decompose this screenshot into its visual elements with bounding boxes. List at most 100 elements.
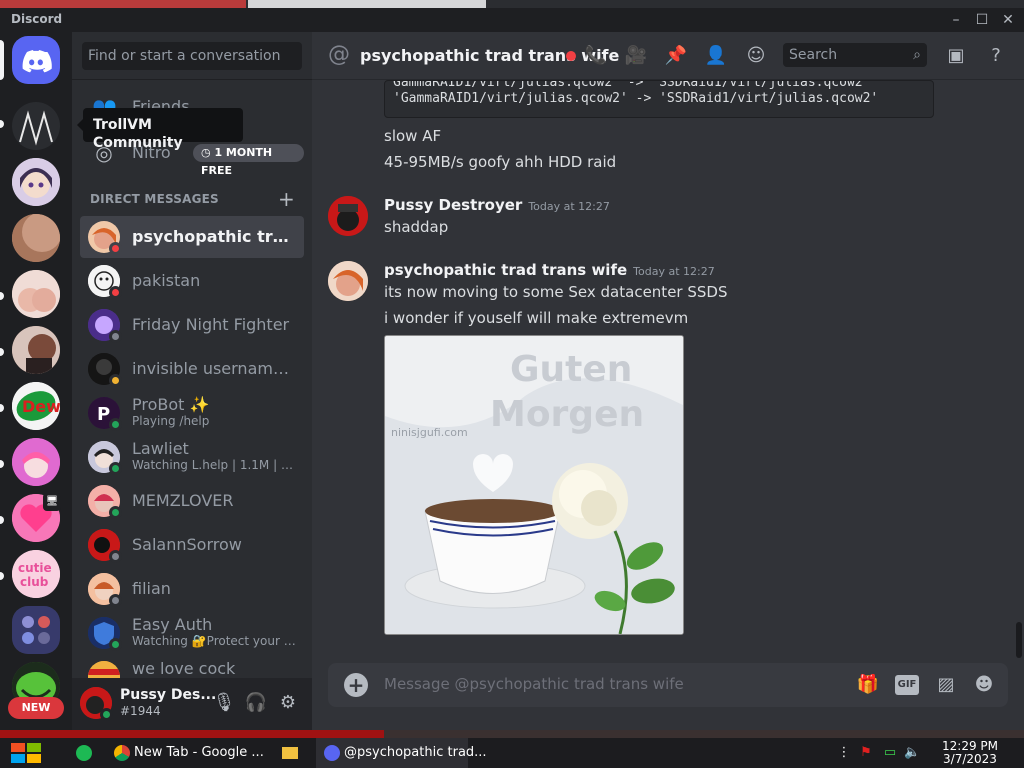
dm-name: pakistan — [132, 271, 201, 290]
minimize-button[interactable]: – — [946, 12, 966, 28]
channel-title: psychopathic trad trans wife — [360, 46, 620, 65]
online-status-icon — [109, 418, 122, 431]
unread-pill-4 — [0, 404, 4, 412]
home-button[interactable] — [12, 36, 60, 84]
upload-plus-icon[interactable]: + — [344, 673, 368, 697]
server-pink-anime[interactable] — [12, 438, 60, 486]
overflow-tray-icon[interactable]: ⋮ — [836, 745, 852, 761]
dm-item[interactable]: we love cock — [80, 656, 304, 678]
image-watermark: ninisjgufi.com — [391, 426, 468, 439]
help-icon[interactable]: ? — [984, 44, 1008, 68]
dm-activity: Watching 🔐Protect your serv... — [132, 634, 298, 648]
inbox-icon[interactable]: ▣ — [944, 44, 968, 68]
taskbar-clock[interactable]: 12:29 PM 3/7/2023 — [930, 740, 1010, 766]
mtn-dew-icon: Dew — [12, 382, 60, 430]
dm-item[interactable]: filian — [80, 568, 304, 610]
microphone-icon[interactable]: 🎙 — [212, 691, 236, 715]
video-call-icon[interactable]: 🎥 — [624, 44, 648, 68]
avatar — [88, 661, 120, 678]
photo-icon — [12, 326, 60, 374]
dm-item[interactable]: psychopathic trad tra... — [80, 216, 304, 258]
server-pink-avatar[interactable] — [12, 270, 60, 318]
spotify-icon[interactable] — [70, 738, 98, 768]
pinned-messages-icon[interactable]: 📌 — [664, 44, 688, 68]
server-tooltip: TrollVM Community — [77, 108, 243, 151]
file-explorer-icon[interactable] — [276, 738, 304, 768]
message-input[interactable]: Message @psychopathic trad trans wife — [384, 675, 684, 693]
selected-pill — [0, 40, 4, 80]
find-conversation-input[interactable]: Find or start a conversation — [82, 42, 302, 70]
gif-button[interactable]: GIF — [895, 675, 919, 695]
server-anime-avatar[interactable] — [12, 158, 60, 206]
message-text: shaddap — [384, 218, 449, 236]
svg-text:club: club — [20, 575, 49, 589]
dm-item[interactable]: Friday Night Fighter — [80, 304, 304, 346]
screen-share-icon: 🖥 — [43, 493, 61, 511]
at-icon: @ — [328, 42, 350, 67]
server-trollvm[interactable] — [12, 102, 60, 150]
gift-icon[interactable]: 🎁 — [856, 673, 880, 697]
guten-morgen-image[interactable]: Guten Morgen ninisjgufi.com — [384, 335, 684, 635]
server-folder[interactable] — [12, 606, 60, 654]
emoji-icon[interactable]: ☻ — [972, 673, 996, 697]
taskbar-app-label: @psychopathic trad... — [344, 745, 487, 760]
server-brown-circle[interactable] — [12, 214, 60, 262]
dm-item[interactable]: SalannSorrow — [80, 524, 304, 566]
author-avatar[interactable] — [328, 261, 368, 301]
dm-item[interactable]: Easy Auth Watching 🔐Protect your serv... — [80, 612, 304, 654]
voice-call-icon[interactable]: 📞 — [584, 44, 608, 68]
discord-taskbar-icon — [324, 745, 340, 761]
title-bar: Discord – ☐ ✕ — [0, 0, 1024, 32]
volume-tray-icon[interactable]: 🔈 — [904, 745, 920, 761]
chat-scrollbar[interactable] — [1016, 622, 1022, 658]
author-avatar[interactable] — [328, 196, 368, 236]
dm-activity: Watching L.help | 1.1M | www.l... — [132, 458, 298, 472]
dm-name: MEMZLOVER — [132, 491, 234, 510]
message-text: 45-95MB/s goofy ahh HDD raid — [384, 153, 617, 171]
blob-icon — [12, 270, 60, 318]
user-profile-icon[interactable]: ☺ — [744, 44, 768, 68]
offline-status-icon — [109, 330, 122, 343]
user-panel: Pussy Des... #1944 🎙 🎧 ⚙ — [72, 678, 312, 730]
chat-search-input[interactable]: Search ⌕ — [783, 43, 927, 67]
settings-gear-icon[interactable]: ⚙ — [276, 691, 300, 715]
dnd-status-icon — [109, 242, 122, 255]
dm-item[interactable]: MEMZLOVER — [80, 480, 304, 522]
offline-status-icon — [109, 550, 122, 563]
dm-item[interactable]: pakistan — [80, 260, 304, 302]
desktop-strip — [0, 730, 1024, 738]
dm-activity: Playing /help — [132, 414, 210, 428]
skin-blur-icon — [12, 214, 60, 262]
unread-pill-3 — [0, 348, 4, 356]
dm-name: invisible usernames ar... — [132, 359, 298, 378]
dm-item[interactable]: P ProBot ✨ Playing /help — [80, 392, 304, 434]
message-author[interactable]: Pussy Destroyer Today at 12:27 — [384, 196, 610, 214]
create-dm-plus-icon[interactable]: + — [278, 187, 295, 211]
svg-text:cutie: cutie — [18, 561, 52, 575]
server-mountain-dew[interactable]: Dew — [12, 382, 60, 430]
chrome-icon — [114, 745, 130, 761]
timestamp: Today at 12:27 — [528, 200, 610, 213]
unread-pill — [0, 120, 4, 128]
taskbar-discord[interactable]: @psychopathic trad... — [316, 738, 487, 768]
taskbar-chrome[interactable]: New Tab - Google ... — [106, 738, 264, 768]
server-cutie-club[interactable]: cutie club — [12, 550, 60, 598]
network-tray-icon[interactable]: ▭ — [882, 745, 898, 761]
close-button[interactable]: ✕ — [998, 12, 1018, 28]
flag-tray-icon[interactable]: ⚑ — [858, 745, 874, 761]
headphones-icon[interactable]: 🎧 — [244, 691, 268, 715]
maximize-button[interactable]: ☐ — [972, 12, 992, 28]
sticker-icon[interactable]: ▨ — [934, 673, 958, 697]
windows-start-icon[interactable] — [10, 742, 42, 764]
message-text: i wonder if youself will make extremevm — [384, 309, 689, 327]
dm-item[interactable]: invisible usernames ar... — [80, 348, 304, 390]
server-photo-avatar[interactable] — [12, 326, 60, 374]
background-window-strip — [0, 0, 1024, 8]
new-servers-badge: NEW — [8, 697, 64, 719]
message-author[interactable]: psychopathic trad trans wife Today at 12:… — [384, 261, 715, 279]
dm-name: Friday Night Fighter — [132, 315, 290, 334]
message-text: its now moving to some Sex datacenter SS… — [384, 283, 728, 301]
unread-pill-5 — [0, 460, 4, 468]
dm-item[interactable]: Lawliet Watching L.help | 1.1M | www.l..… — [80, 436, 304, 478]
add-friends-icon[interactable]: 👤 — [704, 44, 728, 68]
